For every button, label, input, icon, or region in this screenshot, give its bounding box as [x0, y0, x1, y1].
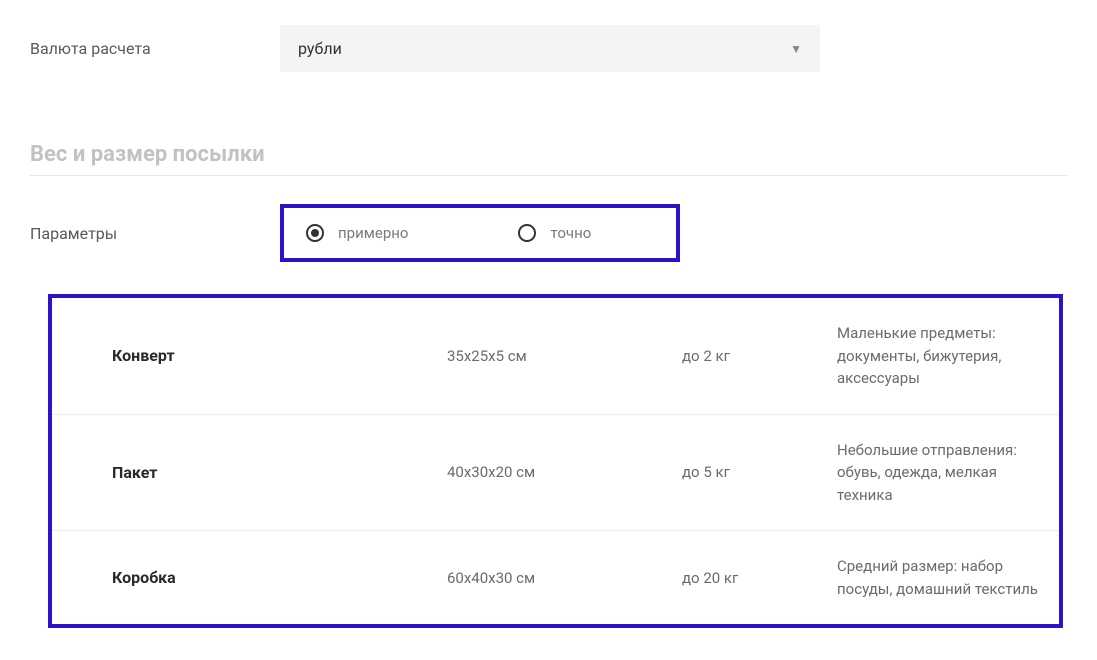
package-description: Небольшие отправления: обувь, одежда, ме… — [837, 439, 1059, 507]
radio-exact[interactable]: точно — [518, 224, 591, 242]
package-description: Маленькие предметы: документы, бижутерия… — [837, 322, 1059, 390]
table-row[interactable]: Коробка 60х40х30 см до 20 кг Средний раз… — [52, 531, 1059, 624]
radio-icon — [518, 224, 536, 242]
parameters-row: Параметры примерно точно — [30, 204, 1067, 262]
package-table: Конверт 35х25х5 см до 2 кг Маленькие пре… — [48, 294, 1063, 628]
package-dimensions: 40х30х20 см — [447, 463, 682, 481]
parameters-label: Параметры — [30, 224, 280, 243]
package-dimensions: 60х40х30 см — [447, 569, 682, 587]
table-row[interactable]: Конверт 35х25х5 см до 2 кг Маленькие пре… — [52, 298, 1059, 415]
package-name: Пакет — [112, 463, 447, 482]
currency-selected-value: рубли — [298, 39, 342, 58]
radio-approximate[interactable]: примерно — [306, 224, 408, 242]
package-weight: до 5 кг — [682, 463, 837, 481]
currency-select[interactable]: рубли ▼ — [280, 25, 820, 72]
table-row[interactable]: Пакет 40х30х20 см до 5 кг Небольшие отпр… — [52, 415, 1059, 532]
package-dimensions: 35х25х5 см — [447, 347, 682, 365]
package-name: Конверт — [112, 346, 447, 365]
radio-icon-selected — [306, 224, 324, 242]
radio-approximate-label: примерно — [338, 224, 408, 242]
radio-exact-label: точно — [550, 224, 591, 242]
package-weight: до 2 кг — [682, 347, 837, 365]
section-title: Вес и размер посылки — [30, 142, 1067, 167]
divider — [30, 175, 1067, 176]
parameters-radio-group: примерно точно — [280, 204, 680, 262]
package-name: Коробка — [112, 568, 447, 587]
currency-row: Валюта расчета рубли ▼ — [30, 25, 1067, 72]
package-weight: до 20 кг — [682, 569, 837, 587]
chevron-down-icon: ▼ — [790, 42, 802, 56]
package-description: Средний размер: набор посуды, домашний т… — [837, 555, 1059, 600]
currency-label: Валюта расчета — [30, 39, 280, 58]
